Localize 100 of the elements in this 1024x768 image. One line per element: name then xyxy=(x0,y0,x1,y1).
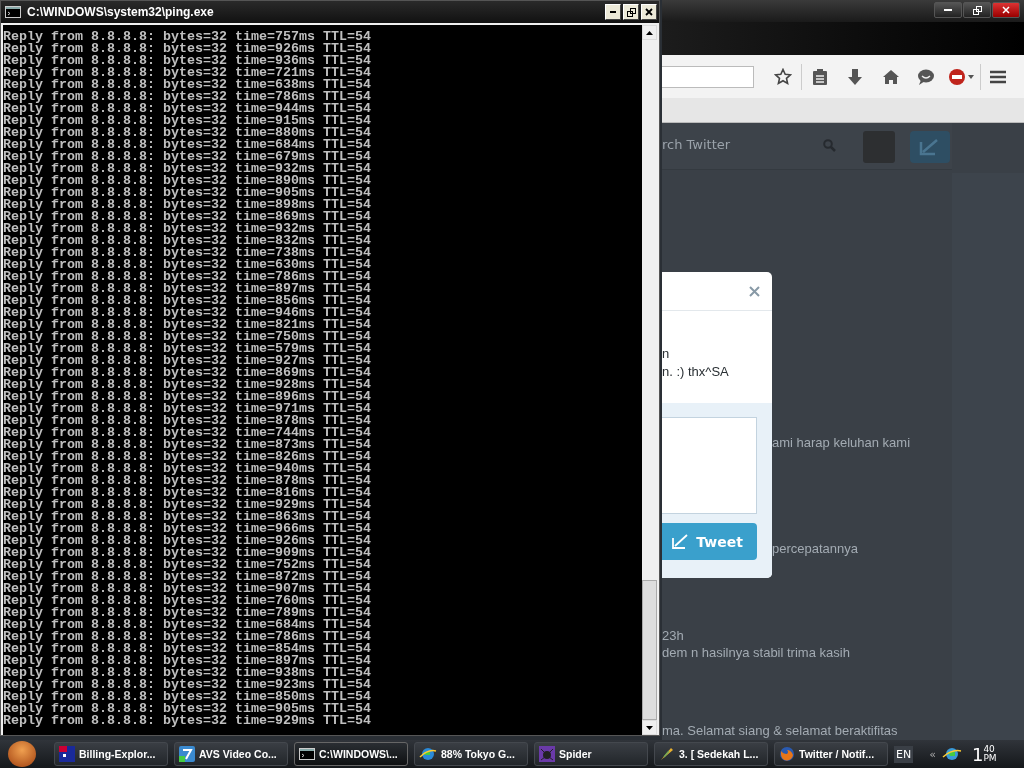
taskbar-item[interactable]: 3. [ Sedekah L... xyxy=(654,742,768,766)
download-icon[interactable] xyxy=(847,67,864,86)
console-line: Reply from 8.8.8.8: bytes=32 time=944ms TTL=54 xyxy=(3,103,371,115)
console-line: Reply from 8.8.8.8: bytes=32 time=869ms TTL=54 xyxy=(3,367,371,379)
console-line: Reply from 8.8.8.8: bytes=32 time=789ms TTL=54 xyxy=(3,607,371,619)
console-line: Reply from 8.8.8.8: bytes=32 time=679ms TTL=54 xyxy=(3,151,371,163)
minimize-icon xyxy=(610,11,616,13)
console-line: Reply from 8.8.8.8: bytes=32 time=826ms TTL=54 xyxy=(3,451,371,463)
console-line: Reply from 8.8.8.8: bytes=32 time=821ms TTL=54 xyxy=(3,319,371,331)
close-button[interactable] xyxy=(992,2,1020,18)
tweet-text: ma. Selamat siang & selamat beraktifitas xyxy=(662,723,898,738)
console-line: Reply from 8.8.8.8: bytes=32 time=929ms TTL=54 xyxy=(3,715,371,727)
url-field[interactable] xyxy=(662,65,754,88)
console-line: Reply from 8.8.8.8: bytes=32 time=738ms TTL=54 xyxy=(3,247,371,259)
scroll-thumb[interactable] xyxy=(642,580,657,720)
spider-icon xyxy=(539,746,555,762)
console-line: Reply from 8.8.8.8: bytes=32 time=927ms TTL=54 xyxy=(3,355,371,367)
console-line: Reply from 8.8.8.8: bytes=32 time=684ms TTL=54 xyxy=(3,619,371,631)
console-line: Reply from 8.8.8.8: bytes=32 time=579ms TTL=54 xyxy=(3,343,371,355)
console-line: Reply from 8.8.8.8: bytes=32 time=630ms TTL=54 xyxy=(3,259,371,271)
minimize-icon xyxy=(944,8,952,12)
console-line: Reply from 8.8.8.8: bytes=32 time=928ms TTL=54 xyxy=(3,379,371,391)
console-line: Reply from 8.8.8.8: bytes=32 time=946ms TTL=54 xyxy=(3,307,371,319)
search-placeholder: rch Twitter xyxy=(662,137,731,152)
scrollbar[interactable] xyxy=(642,25,657,735)
console-line: Reply from 8.8.8.8: bytes=32 time=863ms TTL=54 xyxy=(3,511,371,523)
close-icon xyxy=(1002,6,1010,14)
taskbar-item[interactable]: C:\WINDOWS\... xyxy=(294,742,408,766)
taskbar-item[interactable]: 88% Tokyo G... xyxy=(414,742,528,766)
console-line: Reply from 8.8.8.8: bytes=32 time=932ms TTL=54 xyxy=(3,223,371,235)
film-icon xyxy=(179,746,195,762)
console-line: Reply from 8.8.8.8: bytes=32 time=878ms TTL=54 xyxy=(3,415,371,427)
console-line: Reply from 8.8.8.8: bytes=32 time=926ms TTL=54 xyxy=(3,43,371,55)
taskbar-item[interactable]: Spider xyxy=(534,742,648,766)
console-line: Reply from 8.8.8.8: bytes=32 time=909ms TTL=54 xyxy=(3,547,371,559)
console-line: Reply from 8.8.8.8: bytes=32 time=757ms TTL=54 xyxy=(3,31,371,43)
console-line: Reply from 8.8.8.8: bytes=32 time=938ms TTL=54 xyxy=(3,667,371,679)
feather-icon xyxy=(659,746,675,762)
console-line: Reply from 8.8.8.8: bytes=32 time=897ms TTL=54 xyxy=(3,655,371,667)
star-icon[interactable] xyxy=(774,67,793,86)
adblock-icon[interactable] xyxy=(947,67,976,86)
console-line: Reply from 8.8.8.8: bytes=32 time=971ms TTL=54 xyxy=(3,403,371,415)
console-line: Reply from 8.8.8.8: bytes=32 time=878ms TTL=54 xyxy=(3,475,371,487)
taskbar-item[interactable]: Twitter / Notif... xyxy=(774,742,888,766)
dialog-text: n xyxy=(662,345,671,363)
firefox-icon xyxy=(779,746,795,762)
restore-icon xyxy=(626,7,636,17)
flag-icon xyxy=(59,746,75,762)
console-line: Reply from 8.8.8.8: bytes=32 time=873ms TTL=54 xyxy=(3,439,371,451)
console-line: Reply from 8.8.8.8: bytes=32 time=638ms TTL=54 xyxy=(3,79,371,91)
tweet-text: percepatannya xyxy=(772,541,858,556)
console-line: Reply from 8.8.8.8: bytes=32 time=898ms TTL=54 xyxy=(3,199,371,211)
dialog-text: n. :) thx^SA xyxy=(662,363,730,381)
down-arrow-icon[interactable] xyxy=(646,725,653,730)
up-arrow-icon[interactable] xyxy=(646,30,653,35)
console-line: Reply from 8.8.8.8: bytes=32 time=880ms TTL=54 xyxy=(3,127,371,139)
console-line: Reply from 8.8.8.8: bytes=32 time=684ms TTL=54 xyxy=(3,139,371,151)
tweet-text: dem n hasilnya stabil trima kasih xyxy=(662,645,850,660)
console-line: Reply from 8.8.8.8: bytes=32 time=936ms TTL=54 xyxy=(3,55,371,67)
console-icon xyxy=(299,748,315,760)
restore-icon xyxy=(972,5,982,15)
console-line: Reply from 8.8.8.8: bytes=32 time=760ms TTL=54 xyxy=(3,595,371,607)
restore-button[interactable] xyxy=(963,2,991,18)
console-line: Reply from 8.8.8.8: bytes=32 time=832ms TTL=54 xyxy=(3,235,371,247)
console-line: Reply from 8.8.8.8: bytes=32 time=932ms TTL=54 xyxy=(3,163,371,175)
taskbar-item[interactable]: AVS Video Co... xyxy=(174,742,288,766)
start-button[interactable] xyxy=(8,741,36,767)
menu-icon[interactable] xyxy=(989,69,1008,84)
home-icon[interactable] xyxy=(881,68,900,85)
console-line: Reply from 8.8.8.8: bytes=32 time=915ms TTL=54 xyxy=(3,115,371,127)
console-line: Reply from 8.8.8.8: bytes=32 time=786ms TTL=54 xyxy=(3,631,371,643)
console-line: Reply from 8.8.8.8: bytes=32 time=752ms TTL=54 xyxy=(3,559,371,571)
console-line: Reply from 8.8.8.8: bytes=32 time=856ms TTL=54 xyxy=(3,295,371,307)
close-icon[interactable] xyxy=(749,285,760,297)
console-line: Reply from 8.8.8.8: bytes=32 time=907ms TTL=54 xyxy=(3,583,371,595)
tray-expand[interactable]: « xyxy=(929,747,936,761)
console-line: Reply from 8.8.8.8: bytes=32 time=872ms TTL=54 xyxy=(3,571,371,583)
close-icon xyxy=(645,8,653,16)
console-line: Reply from 8.8.8.8: bytes=32 time=905ms TTL=54 xyxy=(3,703,371,715)
tweet-text: 23h xyxy=(662,628,684,643)
language-indicator[interactable]: EN xyxy=(894,745,914,763)
console-line: Reply from 8.8.8.8: bytes=32 time=750ms TTL=54 xyxy=(3,331,371,343)
console-line: Reply from 8.8.8.8: bytes=32 time=966ms TTL=54 xyxy=(3,523,371,535)
console-line: Reply from 8.8.8.8: bytes=32 time=786ms TTL=54 xyxy=(3,271,371,283)
window-title: C:\WINDOWS\system32\ping.exe xyxy=(27,5,215,19)
minimize-button[interactable] xyxy=(934,2,962,18)
reading-list-icon[interactable] xyxy=(811,67,828,86)
console-line: Reply from 8.8.8.8: bytes=32 time=744ms TTL=54 xyxy=(3,427,371,439)
chat-icon[interactable] xyxy=(917,67,936,86)
console-line: Reply from 8.8.8.8: bytes=32 time=816ms TTL=54 xyxy=(3,487,371,499)
network-icon[interactable] xyxy=(941,746,962,762)
taskbar-item[interactable]: Billing-Explor... xyxy=(54,742,168,766)
console-line: Reply from 8.8.8.8: bytes=32 time=721ms TTL=54 xyxy=(3,67,371,79)
console-line: Reply from 8.8.8.8: bytes=32 time=890ms TTL=54 xyxy=(3,175,371,187)
console-icon xyxy=(5,6,21,18)
console-line: Reply from 8.8.8.8: bytes=32 time=897ms TTL=54 xyxy=(3,283,371,295)
tweet-text: ami harap keluhan kami xyxy=(772,435,911,450)
console-line: Reply from 8.8.8.8: bytes=32 time=923ms TTL=54 xyxy=(3,679,371,691)
tweet-input[interactable] xyxy=(662,417,757,514)
console-line: Reply from 8.8.8.8: bytes=32 time=929ms TTL=54 xyxy=(3,499,371,511)
